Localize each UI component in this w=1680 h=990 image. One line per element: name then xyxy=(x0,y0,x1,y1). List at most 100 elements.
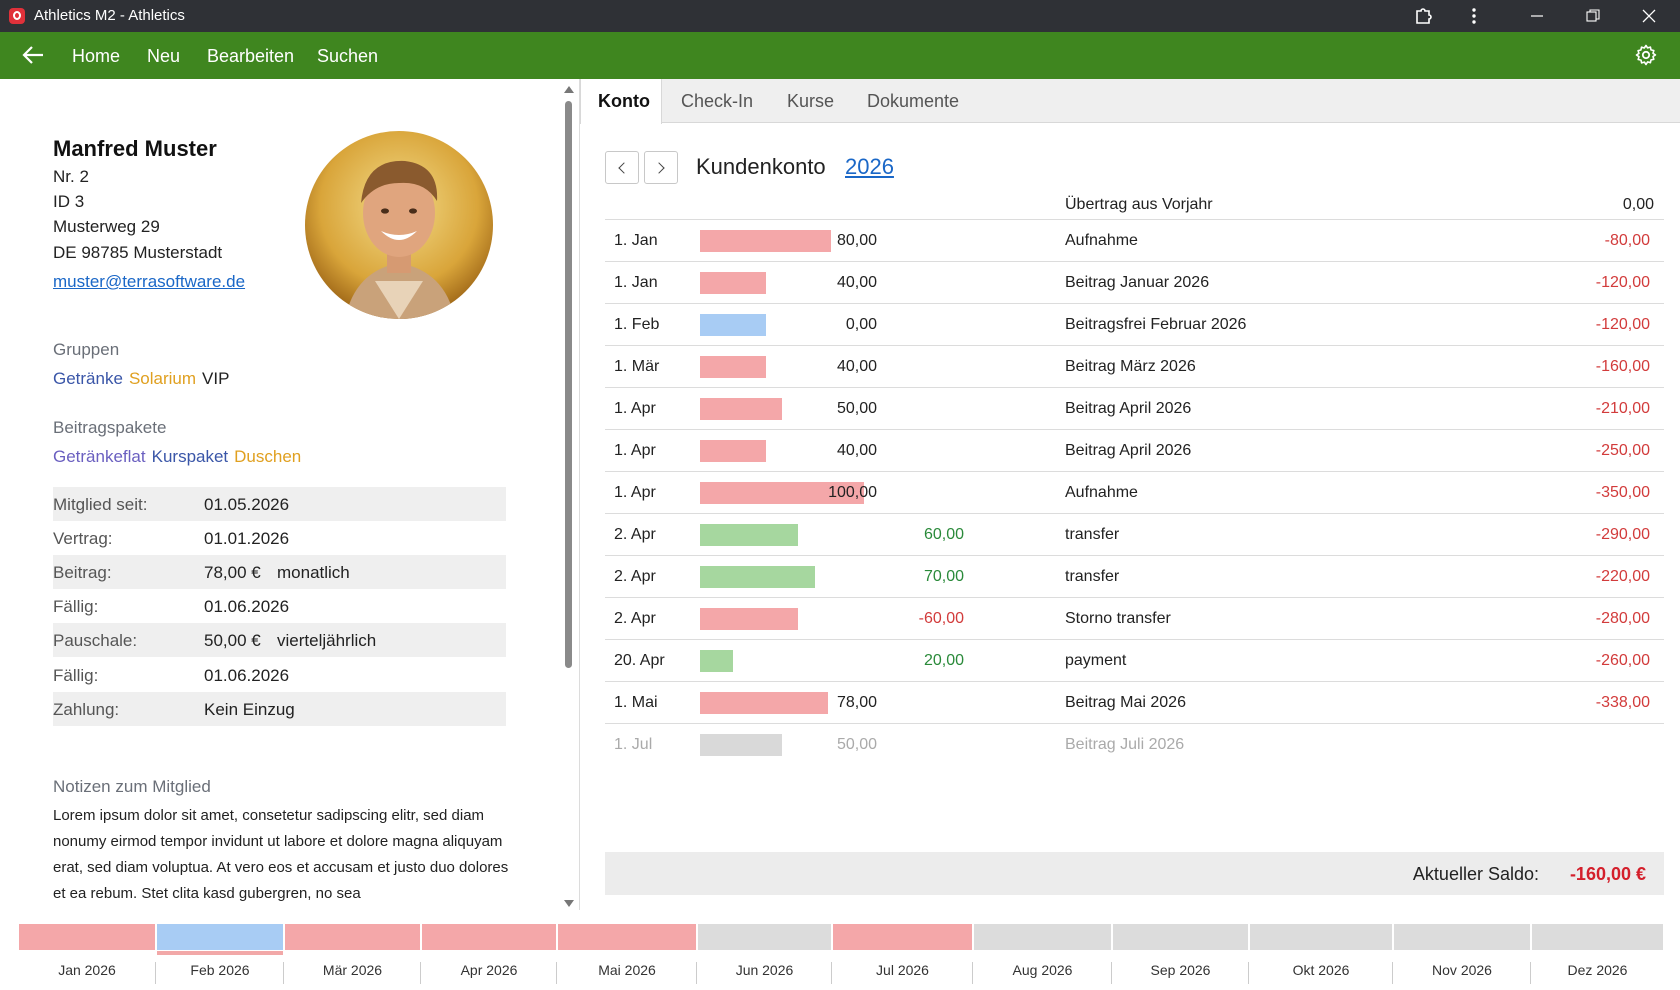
group-tag[interactable]: Solarium xyxy=(129,369,196,388)
tab-check-in[interactable]: Check-In xyxy=(681,79,753,123)
member-email-link[interactable]: muster@terrasoftware.de xyxy=(53,272,245,292)
package-tag[interactable]: Duschen xyxy=(234,447,301,466)
table-row[interactable]: 1. Apr 100,00 Aufnahme -350,00 xyxy=(605,471,1664,513)
timeline-month[interactable]: Jan 2026 xyxy=(18,924,156,990)
table-row[interactable]: 2. Apr 60,00 transfer -290,00 xyxy=(605,513,1664,555)
more-options-icon[interactable] xyxy=(1451,0,1497,32)
timeline-month[interactable]: Dez 2026 xyxy=(1531,924,1664,990)
row-credit: 60,00 xyxy=(923,526,964,543)
row-amount: 40,00 xyxy=(836,358,877,375)
table-row[interactable]: 1. Jan 80,00 Aufnahme -80,00 xyxy=(605,219,1664,261)
table-row[interactable]: 2. Apr -60,00 Storno transfer -280,00 xyxy=(605,597,1664,639)
timeline-month[interactable]: Jul 2026 xyxy=(832,924,973,990)
previous-year-button[interactable] xyxy=(605,151,639,184)
detail-row: Pauschale: 50,00 € vierteljährlich xyxy=(53,623,506,657)
table-row[interactable]: 1. Feb 0,00 Beitragsfrei Februar 2026 -120,… xyxy=(605,303,1664,345)
menu-bearbeiten[interactable]: Bearbeiten xyxy=(207,46,294,67)
left-scrollbar[interactable] xyxy=(561,79,577,910)
table-row[interactable]: 20. Apr 20,00 payment -260,00 xyxy=(605,639,1664,681)
table-row[interactable]: 1. Mär 40,00 Beitrag März 2026 -160,00 xyxy=(605,345,1664,387)
account-title: Kundenkonto xyxy=(696,154,826,179)
timeline-month[interactable]: Jun 2026 xyxy=(697,924,832,990)
menu-suchen[interactable]: Suchen xyxy=(317,46,378,67)
close-button[interactable] xyxy=(1626,0,1672,32)
next-year-button[interactable] xyxy=(644,151,678,184)
timeline-month-block[interactable] xyxy=(1113,924,1248,950)
row-balance: -120,00 xyxy=(1595,274,1650,291)
timeline-month-block[interactable] xyxy=(833,924,972,950)
timeline-month[interactable]: Aug 2026 xyxy=(973,924,1112,990)
row-balance: -350,00 xyxy=(1595,484,1650,501)
account-year-link[interactable]: 2026 xyxy=(845,154,894,180)
row-balance: -120,00 xyxy=(1595,316,1650,333)
member-id: ID 3 xyxy=(53,192,85,211)
row-amount: 50,00 xyxy=(836,736,877,753)
timeline-month-block[interactable] xyxy=(1532,924,1663,950)
table-row[interactable]: 2. Apr 70,00 transfer -220,00 xyxy=(605,555,1664,597)
timeline-month-block[interactable] xyxy=(1394,924,1530,950)
table-row[interactable]: 1. Jul 50,00 Beitrag Juli 2026 xyxy=(605,723,1664,765)
groups-label: Gruppen xyxy=(53,340,120,359)
timeline-month[interactable]: Sep 2026 xyxy=(1112,924,1249,990)
table-row[interactable]: 1. Mai 78,00 Beitrag Mai 2026 -338,00 xyxy=(605,681,1664,723)
row-date: 2. Apr xyxy=(614,568,656,585)
timeline-month[interactable]: Nov 2026 xyxy=(1393,924,1531,990)
row-date: 1. Jul xyxy=(614,736,653,753)
tab-dokumente[interactable]: Dokumente xyxy=(867,79,959,123)
timeline-month[interactable]: Feb 2026 xyxy=(156,924,284,990)
timeline-month-block[interactable] xyxy=(285,924,420,950)
group-tag[interactable]: Getränke xyxy=(53,369,123,388)
scroll-thumb[interactable] xyxy=(565,101,572,668)
row-amount: 78,00 xyxy=(836,694,877,711)
month-timeline: Jan 2026 Feb 2026 Mär 2026 Apr 2026 Mai 2026… xyxy=(18,924,1664,990)
timeline-month-label: Dez 2026 xyxy=(1567,962,1628,978)
balance-value: -160,00 € xyxy=(1569,864,1646,884)
restore-button[interactable] xyxy=(1570,0,1616,32)
settings-gear-icon[interactable] xyxy=(1634,43,1658,67)
scroll-down-arrow-icon[interactable] xyxy=(564,900,574,907)
tab-konto[interactable]: Konto xyxy=(580,79,662,124)
timeline-month-block[interactable] xyxy=(974,924,1111,950)
row-amount-bar xyxy=(700,692,828,714)
notes-label: Notizen zum Mitglied xyxy=(53,777,211,796)
detail-key: Beitrag: xyxy=(53,563,112,582)
detail-key: Fällig: xyxy=(53,666,99,685)
minimize-button[interactable] xyxy=(1514,0,1560,32)
package-tag[interactable]: Kurspaket xyxy=(152,447,229,466)
timeline-month[interactable]: Apr 2026 xyxy=(421,924,557,990)
timeline-month-block[interactable] xyxy=(558,924,696,950)
back-arrow-icon[interactable] xyxy=(18,42,48,68)
avatar xyxy=(305,131,493,319)
packages-tags: Getränkeflat Kurspaket Duschen xyxy=(53,447,307,467)
table-row[interactable]: 1. Jan 40,00 Beitrag Januar 2026 -120,00 xyxy=(605,261,1664,303)
table-row[interactable]: 1. Apr 40,00 Beitrag April 2026 -250,00 xyxy=(605,429,1664,471)
timeline-month-block[interactable] xyxy=(1250,924,1392,950)
table-row[interactable]: 1. Apr 50,00 Beitrag April 2026 -210,00 xyxy=(605,387,1664,429)
menu-neu[interactable]: Neu xyxy=(147,46,180,67)
row-amount-bar xyxy=(700,314,766,336)
tab-kurse[interactable]: Kurse xyxy=(787,79,834,123)
timeline-month[interactable]: Mär 2026 xyxy=(284,924,421,990)
timeline-month[interactable]: Okt 2026 xyxy=(1249,924,1393,990)
row-description: Beitrag April 2026 xyxy=(1065,442,1192,459)
row-amount: 80,00 xyxy=(836,232,877,249)
app-icon xyxy=(9,8,25,24)
timeline-month[interactable]: Mai 2026 xyxy=(557,924,697,990)
detail-value: 01.06.2026 xyxy=(204,597,290,616)
row-description: transfer xyxy=(1065,526,1120,543)
group-tag[interactable]: VIP xyxy=(202,369,229,388)
menu-home[interactable]: Home xyxy=(72,46,120,67)
package-tag[interactable]: Getränkeflat xyxy=(53,447,146,466)
row-amount-bar xyxy=(700,272,766,294)
timeline-month-block[interactable] xyxy=(157,924,283,950)
timeline-month-block[interactable] xyxy=(698,924,831,950)
row-date: 1. Mai xyxy=(614,694,658,711)
timeline-month-block[interactable] xyxy=(422,924,556,950)
extensions-icon[interactable] xyxy=(1401,0,1447,32)
timeline-month-block[interactable] xyxy=(19,924,155,950)
detail-row: Fällig: 01.06.2026 xyxy=(53,658,506,692)
member-name: Manfred Muster xyxy=(53,136,217,161)
row-balance: -80,00 xyxy=(1604,232,1650,249)
row-description: Beitrag Mai 2026 xyxy=(1065,694,1186,711)
scroll-up-arrow-icon[interactable] xyxy=(564,86,574,93)
